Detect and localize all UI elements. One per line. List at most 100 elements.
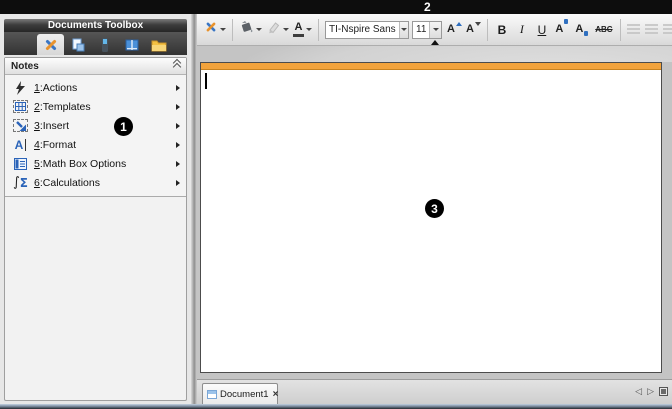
- callout-step-1: 1: [114, 117, 133, 136]
- callout-step-3: 3: [425, 199, 444, 218]
- insert-arrow-icon: [12, 118, 29, 133]
- tab-page-sorter[interactable]: [64, 34, 91, 55]
- toolbar-collapse-icon[interactable]: [431, 40, 439, 45]
- submenu-arrow-icon: [176, 104, 180, 110]
- dropdown-arrow-icon: [433, 28, 439, 31]
- tab-utilities[interactable]: [118, 34, 145, 55]
- page-header-strip: [201, 63, 661, 70]
- font-size-dropdown-button[interactable]: [429, 22, 441, 38]
- menu-item-label: 1:Actions: [34, 82, 176, 94]
- highlight-color-button[interactable]: [264, 18, 291, 42]
- submenu-arrow-icon: [176, 123, 180, 129]
- align-center-button[interactable]: [643, 18, 661, 42]
- dropdown-arrow-icon: [283, 28, 289, 31]
- decrease-arrow-icon: [475, 22, 481, 26]
- increase-font-size-button[interactable]: A: [445, 18, 464, 42]
- document-tab[interactable]: Document1 ×: [202, 383, 278, 405]
- math-box-icon: [12, 156, 29, 171]
- font-family-value: TI-Nspire Sans: [326, 24, 399, 35]
- decrease-font-size-button[interactable]: A: [464, 18, 483, 42]
- bold-button[interactable]: B: [492, 18, 512, 42]
- menu-item-format[interactable]: A 4:Format: [5, 135, 186, 154]
- menu-item-label: 2:Templates: [34, 101, 176, 113]
- notes-pane: Notes 1:Actions: [4, 57, 187, 401]
- dropdown-arrow-icon: [401, 28, 407, 31]
- highlighter-icon: [266, 20, 281, 39]
- window-bottom-edge: [0, 404, 672, 409]
- toolbar-separator: [232, 19, 233, 41]
- tab-document-tools[interactable]: [37, 34, 64, 55]
- align-center-icon: [645, 24, 658, 35]
- menu-item-math-box-options[interactable]: 5:Math Box Options: [5, 154, 186, 173]
- dropdown-arrow-icon: [306, 28, 312, 31]
- font-color-icon: A: [293, 22, 304, 37]
- font-size-select[interactable]: 11: [412, 21, 442, 39]
- notes-pane-header[interactable]: Notes: [5, 58, 186, 75]
- font-family-select[interactable]: TI-Nspire Sans: [325, 21, 409, 39]
- formatting-toolbar: A TI-Nspire Sans 11 A: [197, 14, 672, 46]
- close-tab-icon[interactable]: ×: [273, 390, 279, 400]
- handheld-icon: [97, 37, 113, 53]
- toolbar-separator: [620, 19, 621, 41]
- menu-item-insert[interactable]: 3:Insert: [5, 116, 186, 135]
- notes-pane-title: Notes: [11, 61, 174, 72]
- top-callout-bar: 2: [0, 0, 672, 14]
- screen: 2 Documents Toolbox: [0, 0, 672, 409]
- book-icon: [124, 37, 140, 53]
- text-caret: [205, 73, 207, 89]
- tools-icon: [204, 20, 218, 39]
- align-left-button[interactable]: [625, 18, 643, 42]
- document-tools-button[interactable]: [202, 18, 228, 42]
- italic-button[interactable]: I: [512, 18, 532, 42]
- dropdown-arrow-icon: [220, 28, 226, 31]
- templates-grid-icon: [12, 99, 29, 114]
- menu-item-calculations[interactable]: ∫Σ 6:Calculations: [5, 173, 186, 192]
- align-right-button[interactable]: [661, 18, 672, 42]
- previous-page-icon[interactable]: ◁: [635, 386, 642, 396]
- page-sorter-icon: [70, 37, 86, 53]
- align-left-icon: [627, 24, 640, 35]
- notes-menu: 1:Actions: [5, 75, 186, 197]
- tab-ti-smartview[interactable]: [91, 34, 118, 55]
- collapse-pane-icon[interactable]: [174, 63, 180, 70]
- submenu-arrow-icon: [176, 180, 180, 186]
- font-color-button[interactable]: A: [291, 18, 314, 42]
- menu-item-templates[interactable]: 2:Templates: [5, 97, 186, 116]
- document-icon: [207, 390, 217, 399]
- next-page-icon[interactable]: ▷: [647, 386, 654, 396]
- integral-sigma-icon: ∫Σ: [12, 175, 29, 190]
- folder-icon: [151, 37, 167, 53]
- menu-item-actions[interactable]: 1:Actions: [5, 78, 186, 97]
- document-tab-label: Document1: [220, 389, 269, 400]
- menu-item-label: 4:Format: [34, 139, 176, 151]
- increase-arrow-icon: [456, 22, 462, 26]
- strikethrough-button[interactable]: ABC: [592, 18, 616, 42]
- lightning-icon: [12, 80, 29, 95]
- fill-color-button[interactable]: [237, 18, 264, 42]
- paint-bucket-icon: [239, 20, 254, 39]
- dropdown-arrow-icon: [256, 28, 262, 31]
- font-size-value: 11: [413, 24, 429, 35]
- subscript-button[interactable]: A: [572, 18, 592, 42]
- toolbar-separator: [487, 19, 488, 41]
- page-sorter-view-icon[interactable]: [659, 387, 668, 396]
- superscript-button[interactable]: A: [552, 18, 572, 42]
- subscript-mark-icon: [584, 31, 588, 36]
- toolbar-separator: [318, 19, 319, 41]
- submenu-arrow-icon: [176, 142, 180, 148]
- menu-item-label: 5:Math Box Options: [34, 158, 176, 170]
- documents-toolbox-sidebar: Documents Toolbox: [0, 14, 191, 404]
- tab-content-explorer[interactable]: [145, 34, 172, 55]
- submenu-arrow-icon: [176, 161, 180, 167]
- superscript-mark-icon: [564, 19, 568, 24]
- align-right-icon: [663, 24, 672, 35]
- underline-button[interactable]: U: [532, 18, 552, 42]
- font-family-dropdown-button[interactable]: [399, 22, 408, 38]
- callout-step-2: 2: [424, 0, 431, 14]
- document-tab-bar: Document1 × ◁ ▷: [197, 379, 672, 404]
- menu-item-label: 3:Insert: [34, 120, 176, 132]
- app-window: Documents Toolbox: [0, 14, 672, 404]
- submenu-arrow-icon: [176, 85, 180, 91]
- page-margin-band: [197, 46, 672, 62]
- toolbox-tab-strip: [4, 32, 187, 55]
